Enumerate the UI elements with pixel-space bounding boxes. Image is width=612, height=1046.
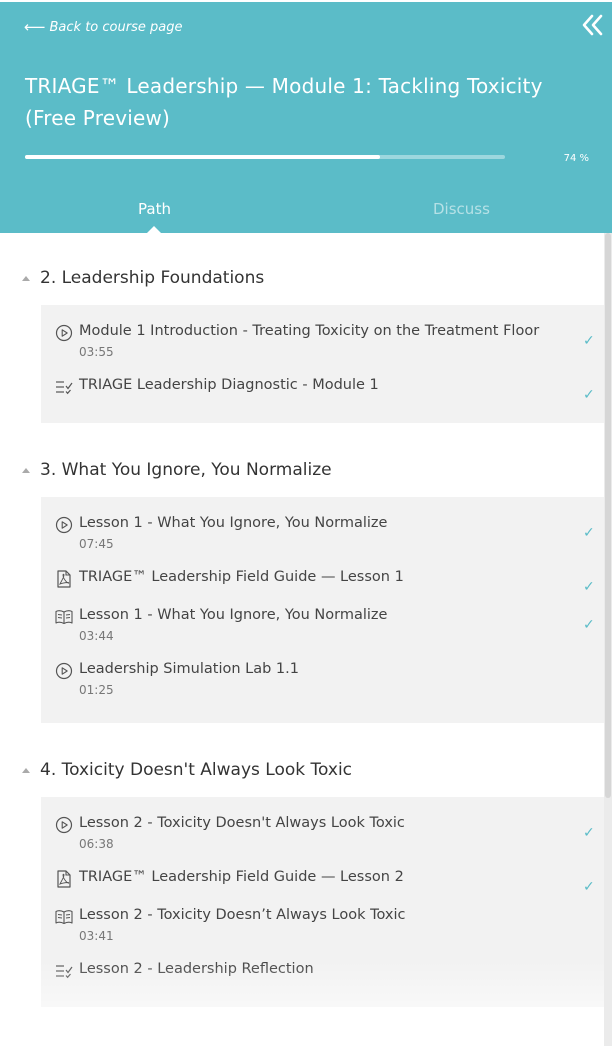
item-title: Lesson 2 - Toxicity Doesn’t Always Look … — [79, 907, 406, 923]
item-title: TRIAGE™ Leadership Field Guide — Lesson … — [79, 569, 404, 585]
section-header[interactable]: 3. What You Ignore, You Normalize — [22, 460, 332, 480]
item-duration: 01:25 — [79, 683, 114, 697]
pdf-file-icon — [55, 870, 73, 888]
checkmark-icon: ✓ — [583, 879, 595, 895]
checkmark-icon: ✓ — [583, 333, 595, 349]
double-chevron-left-icon[interactable] — [582, 12, 604, 38]
arrow-left-icon: ⟵ — [24, 18, 46, 36]
scrollbar[interactable] — [604, 233, 612, 1046]
back-link-label: Back to course page — [49, 19, 183, 35]
section-header[interactable]: 4. Toxicity Doesn't Always Look Toxic — [22, 760, 352, 780]
course-title: TRIAGE™ Leadership — Module 1: Tackling … — [25, 74, 543, 130]
progress-bar-fill — [25, 155, 381, 159]
open-book-icon — [55, 908, 73, 926]
item-title: TRIAGE™ Leadership Field Guide — Lesson … — [79, 869, 404, 885]
back-to-course-link[interactable]: ⟵ Back to course page — [24, 18, 182, 36]
item-title: Lesson 1 - What You Ignore, You Normaliz… — [79, 607, 388, 623]
checklist-icon — [55, 378, 73, 396]
section-title: 4. Toxicity Doesn't Always Look Toxic — [40, 760, 353, 780]
pdf-file-icon — [55, 570, 73, 588]
checkmark-icon: ✓ — [583, 579, 595, 595]
checklist-icon — [55, 962, 73, 980]
section-items-list: Lesson 2 - Toxicity Doesn't Always Look … — [41, 797, 604, 1007]
open-book-icon — [55, 608, 73, 626]
progress-percentage: 74 % — [563, 153, 589, 164]
section-items-list: Module 1 Introduction - Treating Toxicit… — [41, 305, 604, 423]
item-title: Module 1 Introduction - Treating Toxicit… — [79, 323, 540, 339]
play-circle-icon — [55, 662, 73, 680]
item-title: Lesson 2 - Leadership Reflection — [79, 961, 314, 977]
checkmark-icon: ✓ — [583, 617, 595, 633]
checkmark-icon: ✓ — [583, 387, 595, 403]
caret-up-icon — [22, 767, 30, 773]
item-duration: 06:38 — [79, 837, 114, 851]
item-title: TRIAGE Leadership Diagnostic - Module 1 — [79, 377, 379, 393]
section-title: 3. What You Ignore, You Normalize — [40, 460, 332, 480]
section-items-list: Lesson 1 - What You Ignore, You Normaliz… — [41, 497, 604, 723]
play-circle-icon — [55, 816, 73, 834]
scrollbar-thumb[interactable] — [605, 233, 611, 798]
course-path-list: 2. Leadership Foundations Module 1 Introd… — [0, 233, 604, 1046]
item-duration: 03:55 — [79, 345, 114, 359]
item-duration: 03:41 — [79, 929, 114, 943]
tab-path[interactable]: Path — [138, 200, 171, 218]
tab-discuss[interactable]: Discuss — [433, 200, 490, 218]
caret-up-icon — [22, 467, 30, 473]
section-title: 2. Leadership Foundations — [40, 268, 265, 288]
item-title: Leadership Simulation Lab 1.1 — [79, 661, 299, 677]
caret-up-icon — [22, 275, 30, 281]
progress-bar — [25, 155, 505, 159]
play-circle-icon — [55, 324, 73, 342]
item-duration: 07:45 — [79, 537, 114, 551]
item-title: Lesson 2 - Toxicity Doesn't Always Look … — [79, 815, 405, 831]
item-title: Lesson 1 - What You Ignore, You Normaliz… — [79, 515, 388, 531]
checkmark-icon: ✓ — [583, 825, 595, 841]
course-header: ⟵ Back to course page TRIAGE™ Leadership… — [0, 2, 612, 234]
checkmark-icon: ✓ — [583, 525, 595, 541]
play-circle-icon — [55, 516, 73, 534]
item-duration: 03:44 — [79, 629, 114, 643]
section-header[interactable]: 2. Leadership Foundations — [22, 268, 264, 288]
